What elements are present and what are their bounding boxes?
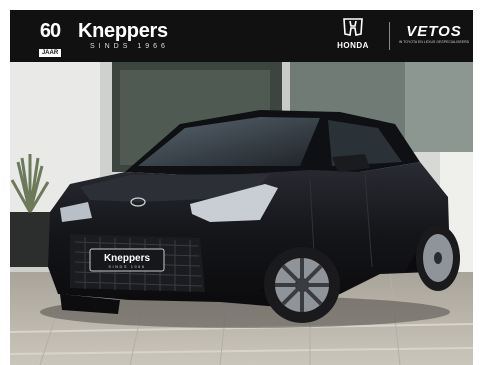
vetos-logo: VETOS IN TOYOTA EN LEXUS GESPECIALISEERD (398, 24, 470, 45)
dealer-since: SINDS 1966 (90, 43, 169, 50)
anniversary-word: JAAR (38, 49, 62, 57)
rear-wheel (416, 225, 460, 291)
listing-image: 60 JAAR Kneppers SINDS 1966 HONDA VETOS … (0, 0, 483, 365)
car-photo: Kneppers SINDS 1966 (10, 62, 473, 365)
anniversary-number: 60 (39, 20, 61, 42)
logo-divider (389, 22, 390, 50)
car-scene: Kneppers SINDS 1966 (10, 62, 473, 365)
front-wheel (264, 247, 340, 323)
dealer-name: Kneppers (78, 20, 168, 42)
dealer-logo: Kneppers SINDS 1966 (78, 20, 169, 51)
anniversary-badge: 60 JAAR (33, 21, 67, 59)
license-plate: Kneppers SINDS 1966 (89, 248, 165, 272)
dealer-banner: 60 JAAR Kneppers SINDS 1966 HONDA VETOS … (10, 10, 473, 62)
plate-since: SINDS 1966 (108, 264, 145, 269)
honda-h-logo-icon (343, 18, 363, 36)
plate-brand: Kneppers (104, 253, 151, 264)
vetos-wordmark: VETOS (406, 23, 462, 40)
vetos-tagline: IN TOYOTA EN LEXUS GESPECIALISEERD (398, 40, 470, 44)
honda-wordmark: HONDA (337, 41, 369, 50)
honda-logo: HONDA (330, 18, 376, 51)
